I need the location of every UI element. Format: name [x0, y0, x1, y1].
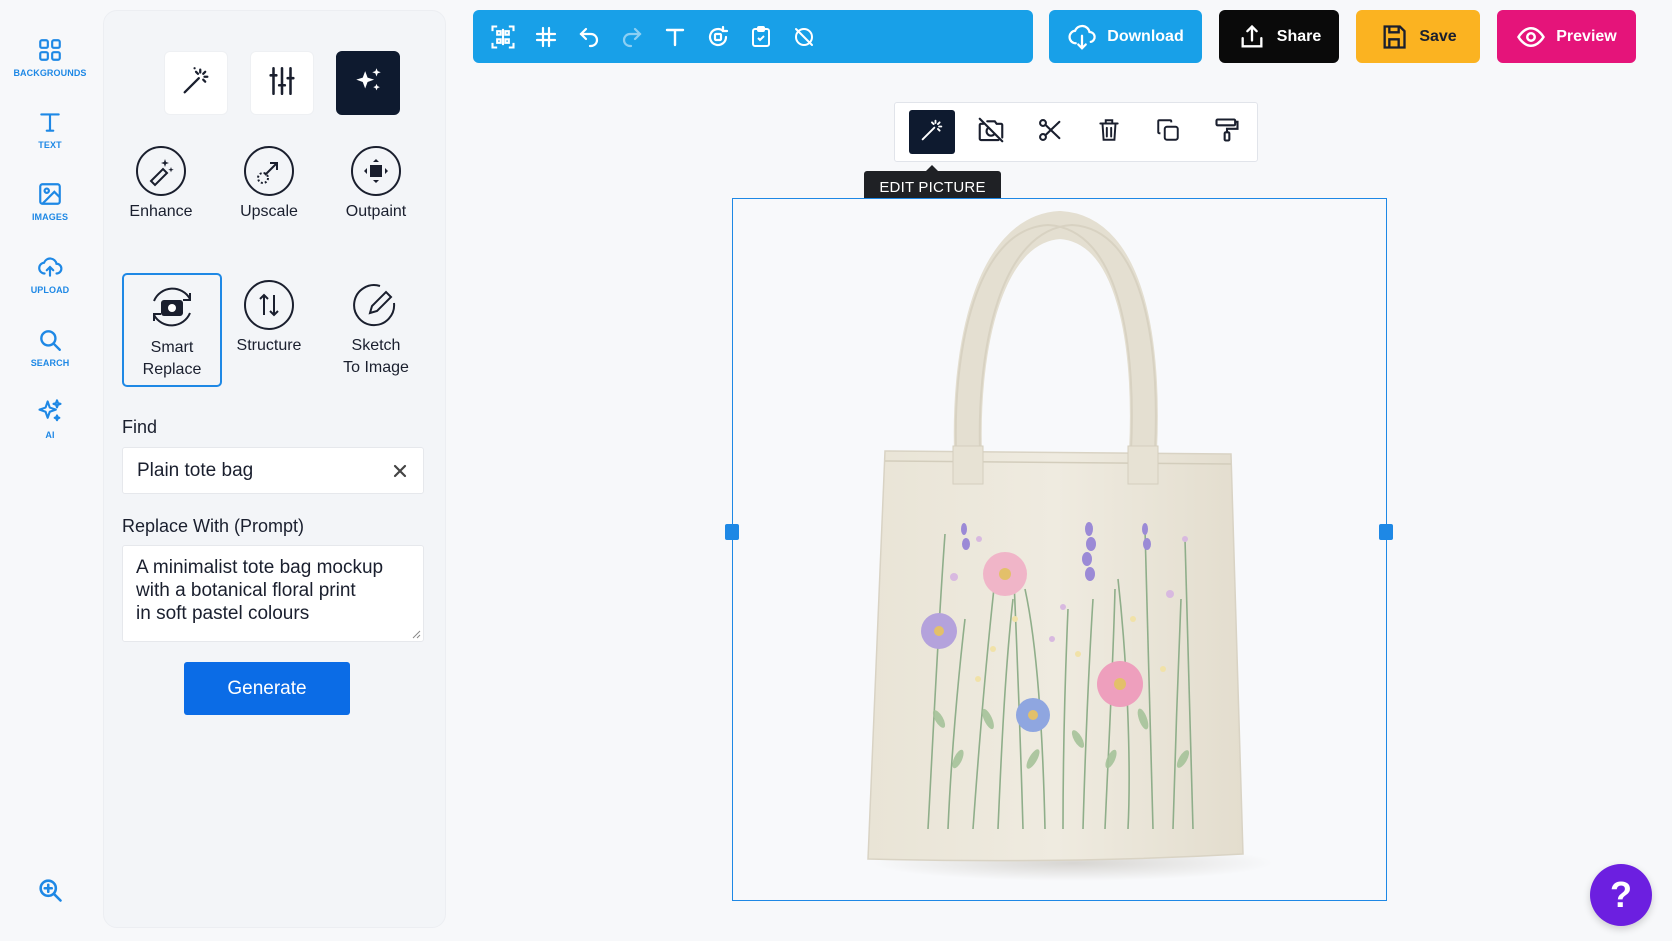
outpaint-icon	[350, 145, 402, 197]
delete-button[interactable]	[1086, 110, 1132, 154]
tool-label: Smart Replace	[142, 339, 202, 378]
duplicate-icon	[1155, 117, 1181, 148]
share-icon	[1237, 22, 1267, 52]
cloud-download-icon	[1067, 22, 1097, 52]
upscale-icon	[243, 145, 295, 197]
cut-button[interactable]	[1027, 110, 1073, 154]
duplicate-button[interactable]	[1145, 110, 1191, 154]
prompt-field: A minimalist tote bag mockup with a bota…	[122, 545, 424, 642]
rail-item-images[interactable]: IMAGES	[0, 180, 100, 222]
close-icon[interactable]	[391, 462, 409, 480]
redo-icon[interactable]	[618, 23, 646, 51]
sliders-icon	[265, 64, 299, 103]
find-input[interactable]	[137, 459, 391, 482]
magic-wand-icon	[179, 64, 213, 103]
resize-handle-left[interactable]	[725, 524, 739, 540]
cloud-upload-icon	[36, 253, 64, 281]
copy-style-button[interactable]	[1204, 110, 1250, 154]
left-rail: BACKGROUNDS TEXT IMAGES UPLOAD SEARCH AI	[0, 0, 100, 941]
image-icon	[36, 180, 64, 208]
generate-button[interactable]: Generate	[184, 662, 350, 715]
scissors-icon	[1036, 116, 1064, 149]
edit-picture-button[interactable]	[909, 110, 955, 154]
grid-icon	[36, 36, 64, 64]
text-icon	[36, 108, 64, 136]
eye-icon	[1516, 22, 1546, 52]
sparkles-icon	[36, 398, 64, 426]
save-label: Save	[1419, 27, 1457, 45]
trash-icon	[1096, 117, 1122, 148]
help-button[interactable]: ?	[1590, 864, 1652, 926]
rail-item-upload[interactable]: UPLOAD	[0, 253, 100, 295]
clipboard-icon[interactable]	[747, 23, 775, 51]
tool-label: Enhance	[129, 203, 193, 220]
tool-structure[interactable]: Structure	[219, 279, 319, 357]
rail-item-backgrounds[interactable]: BACKGROUNDS	[0, 36, 100, 78]
undo-icon[interactable]	[575, 23, 603, 51]
sparkles-icon	[351, 64, 385, 103]
tool-outpaint[interactable]: Outpaint	[326, 145, 426, 223]
share-label: Share	[1276, 27, 1322, 45]
enhance-icon	[135, 145, 187, 197]
mode-adjust-button[interactable]	[250, 51, 314, 115]
download-label: Download	[1107, 27, 1184, 45]
rotate-icon[interactable]	[704, 23, 732, 51]
find-label: Find	[122, 417, 158, 437]
download-button[interactable]: Download	[1049, 10, 1202, 63]
rail-label: TEXT	[38, 140, 62, 150]
tool-label: Outpaint	[345, 203, 407, 220]
tool-smart-replace[interactable]: Smart Replace	[122, 273, 222, 387]
sketch-icon	[350, 279, 402, 331]
mode-magic-wand-button[interactable]	[164, 51, 228, 115]
resize-handle-right[interactable]	[1379, 524, 1393, 540]
rail-label: IMAGES	[31, 212, 69, 222]
no-shadow-icon[interactable]	[790, 23, 818, 51]
preview-button[interactable]: Preview	[1497, 10, 1636, 63]
floppy-disk-icon	[1379, 22, 1409, 52]
camera-off-icon	[976, 115, 1006, 150]
qr-code-icon[interactable]	[489, 23, 517, 51]
smart-replace-icon	[146, 281, 198, 333]
tool-sketch-to-image[interactable]: Sketch To Image	[326, 279, 426, 379]
tool-enhance[interactable]: Enhance	[111, 145, 211, 223]
text-icon[interactable]	[661, 23, 689, 51]
image-context-toolbar	[894, 102, 1258, 162]
grid-hash-icon[interactable]	[532, 23, 560, 51]
rail-label: SEARCH	[30, 358, 70, 368]
preview-label: Preview	[1556, 27, 1617, 45]
tool-label: Structure	[236, 337, 302, 354]
rail-label: BACKGROUNDS	[13, 68, 87, 78]
tool-upscale[interactable]: Upscale	[219, 145, 319, 223]
paint-roller-icon	[1213, 116, 1241, 149]
tote-bag-image	[733, 199, 1386, 900]
save-button[interactable]: Save	[1356, 10, 1480, 63]
rail-item-search[interactable]: SEARCH	[0, 326, 100, 368]
zoom-in-icon[interactable]	[36, 876, 64, 904]
resize-grip-icon[interactable]	[411, 629, 421, 639]
mode-ai-button[interactable]	[336, 51, 400, 115]
top-toolbar	[473, 10, 1033, 63]
structure-icon	[243, 279, 295, 331]
ai-tools-panel: Enhance Upscale Outpaint Smart Replace S…	[103, 10, 446, 928]
search-icon	[36, 326, 64, 354]
rail-item-text[interactable]: TEXT	[0, 108, 100, 150]
remove-background-button[interactable]	[968, 110, 1014, 154]
rail-label: AI	[45, 430, 55, 440]
canvas-image-selection[interactable]	[725, 198, 1393, 901]
replace-label: Replace With (Prompt)	[122, 516, 305, 536]
find-field	[122, 447, 424, 494]
tool-label: Sketch To Image	[343, 337, 409, 376]
prompt-input[interactable]: A minimalist tote bag mockup with a bota…	[136, 556, 410, 631]
rail-label: UPLOAD	[30, 285, 70, 295]
tool-label: Upscale	[240, 203, 298, 220]
share-button[interactable]: Share	[1219, 10, 1339, 63]
magic-wand-icon	[918, 116, 946, 149]
rail-item-ai[interactable]: AI	[0, 398, 100, 440]
